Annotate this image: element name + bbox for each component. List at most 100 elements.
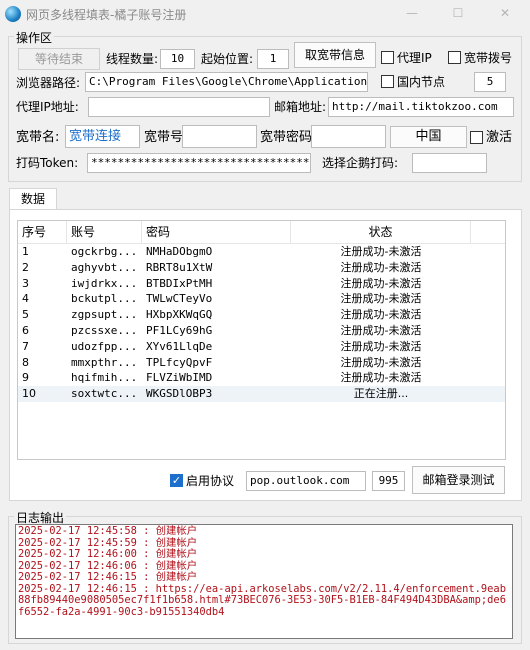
cell-account: pzcssxe... bbox=[71, 323, 138, 337]
cell-password: FLVZiWbIMD bbox=[146, 371, 213, 385]
table-row[interactable]: 3 iwjdrkx... BTBDIxPtMH 注册成功-未激活 bbox=[18, 276, 505, 292]
thread-count-input[interactable]: 10 bbox=[160, 49, 195, 69]
activate-checkbox[interactable] bbox=[470, 131, 483, 144]
get-broadband-info-button[interactable]: 取宽带信息 bbox=[294, 42, 376, 68]
cell-index: 3 bbox=[22, 276, 29, 290]
cell-status: 注册成功-未激活 bbox=[340, 339, 422, 353]
table-row[interactable]: 6 pzcssxe... PF1LCy69hG 注册成功-未激活 bbox=[18, 323, 505, 339]
region-dropdown[interactable]: 中国 bbox=[390, 126, 467, 148]
log-line: 2025-02-17 12:45:58 : 创建帐户 bbox=[18, 525, 198, 537]
cell-password: RBRT8u1XtW bbox=[146, 260, 213, 274]
cell-password: PF1LCy69hG bbox=[146, 323, 213, 337]
proxy-ip-address-input[interactable] bbox=[88, 97, 270, 117]
enable-protocol-label: 启用协议 bbox=[186, 474, 235, 488]
table-row[interactable]: 8 mmxpthr... TPLfcyQpvF 注册成功-未激活 bbox=[18, 355, 505, 371]
table-row[interactable]: 9 hqifmih... FLVZiWbIMD 注册成功-未激活 bbox=[18, 370, 505, 386]
cell-status: 注册成功-未激活 bbox=[340, 371, 422, 385]
cell-account: iwjdrkx... bbox=[71, 276, 138, 290]
cell-index: 5 bbox=[22, 308, 29, 322]
log-textarea[interactable]: 2025-02-17 12:45:58 : 创建帐户 2025-02-17 12… bbox=[15, 524, 513, 639]
cell-account: hqifmih... bbox=[71, 371, 138, 385]
cell-status: 注册成功-未激活 bbox=[340, 276, 422, 290]
cell-password: BTBDIxPtMH bbox=[146, 276, 213, 290]
node-number-input[interactable]: 5 bbox=[474, 72, 506, 92]
cell-password: TPLfcyQpvF bbox=[146, 355, 213, 369]
broadband-dial-label: 宽带拨号 bbox=[464, 51, 513, 65]
cell-password: XYv61LlqDe bbox=[146, 339, 213, 353]
proxy-ip-address-label: 代理IP地址: bbox=[16, 100, 79, 114]
captcha-token-label: 打码Token: bbox=[16, 156, 79, 170]
cell-status: 注册成功-未激活 bbox=[340, 260, 422, 274]
log-line: 2025-02-17 12:46:15 : 创建帐户 bbox=[18, 571, 198, 583]
captcha-token-input[interactable]: ************************************ bbox=[87, 153, 311, 173]
browser-path-label: 浏览器路径: bbox=[16, 76, 81, 90]
close-icon[interactable]: ✕ bbox=[497, 6, 513, 20]
broadband-password-label: 宽带密码: bbox=[260, 130, 317, 145]
cell-status: 注册成功-未激活 bbox=[340, 323, 422, 337]
activate-label: 激活 bbox=[486, 130, 513, 145]
log-line: 2025-02-17 12:46:15 : https://ea-api.ark… bbox=[18, 582, 506, 618]
cell-account: bckutpl... bbox=[71, 292, 138, 306]
select-penguin-captcha-input[interactable] bbox=[412, 153, 487, 173]
operations-group-label: 操作区 bbox=[14, 29, 55, 46]
cell-status: 注册成功-未激活 bbox=[340, 245, 422, 258]
domestic-node-checkbox[interactable] bbox=[381, 75, 394, 88]
mail-address-input[interactable]: http://mail.tiktokzoo.com bbox=[328, 97, 514, 117]
cell-password: WKGSDlOBP3 bbox=[146, 387, 213, 401]
browser-path-input[interactable]: C:\Program Files\Google\Chrome\Applicati… bbox=[85, 72, 368, 92]
mail-address-label: 邮箱地址: bbox=[274, 100, 327, 114]
start-position-input[interactable]: 1 bbox=[257, 49, 289, 69]
broadband-password-input[interactable] bbox=[311, 125, 386, 148]
maximize-icon[interactable]: ☐ bbox=[450, 6, 466, 20]
cell-account: zgpsupt... bbox=[71, 308, 138, 322]
table-body: 1 ogckrbg... NMHaDObgmO 注册成功-未激活 2 aghyvbt...… bbox=[18, 244, 505, 402]
cell-index: 6 bbox=[22, 323, 29, 337]
table-row[interactable]: 5 zgpsupt... HXbpXKWqGQ 注册成功-未激活 bbox=[18, 307, 505, 323]
cell-account: aghyvbt... bbox=[71, 260, 138, 274]
cell-account: udozfpp... bbox=[71, 339, 138, 353]
enable-protocol-checkbox[interactable]: ✓ bbox=[170, 474, 183, 487]
cell-status: 正在注册... bbox=[353, 387, 409, 401]
mail-server-input[interactable]: pop.outlook.com bbox=[246, 471, 366, 491]
col-header-account[interactable]: 账号 bbox=[67, 221, 142, 243]
app-icon bbox=[5, 6, 21, 22]
table-row[interactable]: 4 bckutpl... TWLwCTeyVo 注册成功-未激活 bbox=[18, 291, 505, 307]
cell-status: 注册成功-未激活 bbox=[340, 292, 422, 306]
proxy-ip-checkbox[interactable] bbox=[381, 51, 394, 64]
table-row[interactable]: 2 aghyvbt... RBRT8u1XtW 注册成功-未激活 bbox=[18, 260, 505, 276]
cell-password: TWLwCTeyVo bbox=[146, 292, 213, 306]
domestic-node-label: 国内节点 bbox=[397, 75, 446, 89]
col-header-index[interactable]: 序号 bbox=[18, 221, 67, 243]
table-header: 序号 账号 密码 状态 bbox=[18, 221, 505, 244]
mail-port-input[interactable]: 995 bbox=[372, 471, 405, 491]
cell-index: 4 bbox=[22, 292, 29, 306]
minimize-icon[interactable]: — bbox=[404, 6, 420, 20]
cell-index: 7 bbox=[22, 339, 29, 353]
table-row[interactable]: 10 soxtwtc... WKGSDlOBP3 正在注册... bbox=[18, 386, 505, 402]
cell-account: mmxpthr... bbox=[71, 355, 138, 369]
table-row[interactable]: 1 ogckrbg... NMHaDObgmO 注册成功-未激活 bbox=[18, 244, 505, 260]
log-line: 2025-02-17 12:46:00 : 创建帐户 bbox=[18, 548, 198, 560]
window-title: 网页多线程填表-橘子账号注册 bbox=[26, 8, 187, 22]
cell-index: 9 bbox=[22, 371, 29, 385]
mail-login-test-button[interactable]: 邮箱登录测试 bbox=[412, 466, 505, 494]
wait-end-button[interactable]: 等待结束 bbox=[18, 48, 100, 70]
cell-account: soxtwtc... bbox=[71, 387, 138, 401]
col-header-status[interactable]: 状态 bbox=[291, 221, 471, 243]
table-row[interactable]: 7 udozfpp... XYv61LlqDe 注册成功-未激活 bbox=[18, 339, 505, 355]
cell-status: 注册成功-未激活 bbox=[340, 308, 422, 322]
broadband-name-input[interactable]: 宽带连接 bbox=[65, 125, 140, 148]
col-header-password[interactable]: 密码 bbox=[142, 221, 291, 243]
cell-index: 10 bbox=[22, 387, 36, 401]
thread-count-label: 线程数量: bbox=[106, 52, 159, 66]
accounts-table[interactable]: 序号 账号 密码 状态 1 ogckrbg... NMHaDObgmO 注册成功-未激… bbox=[17, 220, 506, 460]
tab-data[interactable]: 数据 bbox=[9, 188, 57, 210]
cell-password: NMHaDObgmO bbox=[146, 245, 213, 258]
select-penguin-captcha-label: 选择企鹅打码: bbox=[322, 156, 399, 170]
broadband-number-input[interactable] bbox=[182, 125, 257, 148]
proxy-ip-label: 代理IP bbox=[397, 51, 432, 65]
cell-account: ogckrbg... bbox=[71, 245, 138, 258]
start-position-label: 起始位置: bbox=[201, 52, 254, 66]
broadband-dial-checkbox[interactable] bbox=[448, 51, 461, 64]
broadband-number-label: 宽带号 bbox=[144, 130, 184, 145]
